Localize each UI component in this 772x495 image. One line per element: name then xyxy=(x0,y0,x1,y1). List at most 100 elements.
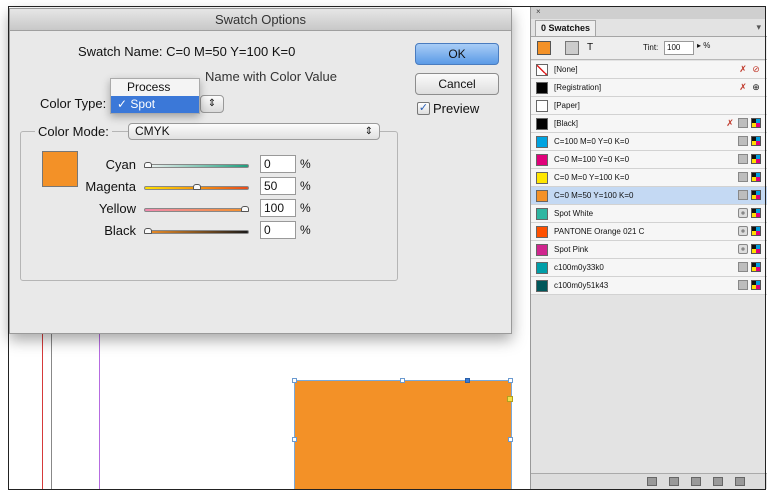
swatches-panel: × 0 Swatches ▾ T Tint: 100 ▸ % [None] ✗ ⊘[… xyxy=(530,7,767,489)
swatch-row[interactable]: C=0 M=0 Y=100 K=0 xyxy=(531,169,767,187)
swatch-name: [Black] xyxy=(554,119,579,128)
swatch-type-icons xyxy=(738,172,761,182)
formatting-text-icon[interactable]: T xyxy=(583,41,597,55)
magenta-slider[interactable] xyxy=(144,184,249,190)
swatch-options-dialog: Swatch Options Swatch Name: C=0 M=50 Y=1… xyxy=(9,8,512,334)
magenta-slider-knob[interactable] xyxy=(192,184,201,190)
margin-guide-red xyxy=(42,327,43,489)
gray-icon xyxy=(738,190,748,200)
ok-button[interactable]: OK xyxy=(415,43,499,65)
name-with-color-value-checkbox[interactable]: Name with Color Value xyxy=(205,69,337,84)
gray-icon xyxy=(738,118,748,128)
cancel-button[interactable]: Cancel xyxy=(415,73,499,95)
cmyk-icon xyxy=(751,226,761,236)
cmyk-icon xyxy=(751,262,761,272)
swatch-type-icons xyxy=(738,226,761,236)
swatch-name: C=100 M=0 Y=0 K=0 xyxy=(554,137,630,146)
swatch-list: [None] ✗ ⊘ [Registration] ✗ ⊕ [Paper] [Black] ✗ C… xyxy=(531,61,767,295)
gray-icon xyxy=(738,172,748,182)
menu-item-process[interactable]: Process xyxy=(111,79,199,96)
swatch-row[interactable]: PANTONE Orange 021 C xyxy=(531,223,767,241)
cyan-unit: % xyxy=(300,157,311,171)
swatch-name: C=0 M=50 Y=100 K=0 xyxy=(554,191,634,200)
cyan-slider-knob[interactable] xyxy=(144,162,152,168)
cmyk-icon xyxy=(751,136,761,146)
chevron-updown-icon: ⇕ xyxy=(207,98,217,109)
tint-stepper[interactable]: ▸ % xyxy=(697,41,710,50)
resize-handle-mr[interactable] xyxy=(508,437,513,442)
resize-handle-center-point[interactable] xyxy=(465,378,470,383)
swatch-color-chip xyxy=(536,118,548,130)
magenta-input[interactable]: 50 xyxy=(260,177,296,195)
cyan-slider[interactable] xyxy=(144,162,249,168)
name-with-color-value-label: Name with Color Value xyxy=(205,69,337,84)
swatch-type-icons xyxy=(738,154,761,164)
swatch-row[interactable]: [Paper] xyxy=(531,97,767,115)
black-unit: % xyxy=(300,223,311,237)
swatch-name: [None] xyxy=(554,65,578,74)
checkmark-icon: ✓ xyxy=(417,102,430,115)
fill-stroke-icon[interactable] xyxy=(537,41,551,55)
selected-rectangle[interactable] xyxy=(294,380,512,490)
swatch-name: [Paper] xyxy=(554,101,580,110)
cyan-input[interactable]: 0 xyxy=(260,155,296,173)
swatch-color-chip xyxy=(536,280,548,292)
menu-item-spot-label: Spot xyxy=(130,97,156,111)
resize-handle-ml[interactable] xyxy=(292,437,297,442)
close-panel-icon[interactable]: × xyxy=(536,7,541,16)
cyan-label: Cyan xyxy=(105,157,136,172)
swatch-row[interactable]: Spot White xyxy=(531,205,767,223)
swatch-color-chip xyxy=(536,190,548,202)
black-slider[interactable] xyxy=(144,228,249,234)
checkmark-icon: ✓ xyxy=(117,97,128,111)
swatch-type-icons xyxy=(738,262,761,272)
color-mode-select[interactable]: CMYK ⇕ xyxy=(128,123,380,140)
tint-input[interactable]: 100 xyxy=(664,41,694,55)
gray-icon xyxy=(738,154,748,164)
swatch-type-icons: ✗ ⊘ xyxy=(738,64,761,74)
black-slider-knob[interactable] xyxy=(144,228,152,234)
yellow-slider[interactable] xyxy=(144,206,249,212)
swatch-row[interactable]: Spot Pink xyxy=(531,241,767,259)
resize-handle-tr[interactable] xyxy=(508,378,513,383)
gray-icon xyxy=(738,280,748,290)
show-gradient-swatches-icon[interactable] xyxy=(691,477,701,486)
show-color-swatches-icon[interactable] xyxy=(669,477,679,486)
tint-label: Tint: xyxy=(643,43,659,52)
swatch-row[interactable]: c100m0y51k43 xyxy=(531,277,767,295)
swatch-color-chip xyxy=(536,244,548,256)
swatch-name: c100m0y33k0 xyxy=(554,263,604,272)
show-all-swatches-icon[interactable] xyxy=(647,477,657,486)
color-type-select[interactable]: ⇕ xyxy=(200,95,224,113)
swatch-type-icons xyxy=(738,190,761,200)
swatch-row[interactable]: c100m0y33k0 xyxy=(531,259,767,277)
trash-icon[interactable] xyxy=(735,477,745,486)
panel-titlebar[interactable]: × xyxy=(531,7,766,19)
resize-handle-tl[interactable] xyxy=(292,378,297,383)
registration-icon: ⊕ xyxy=(752,82,760,92)
formatting-container-icon[interactable] xyxy=(565,41,579,55)
corner-options-handle[interactable] xyxy=(507,396,513,402)
color-mode-label: Color Mode: xyxy=(35,124,112,139)
resize-handle-tm[interactable] xyxy=(400,378,405,383)
yellow-slider-knob[interactable] xyxy=(241,206,249,212)
chevron-updown-icon: ⇕ xyxy=(364,126,373,137)
preview-checkbox[interactable]: ✓ Preview xyxy=(417,101,479,116)
swatch-name: c100m0y51k43 xyxy=(554,281,609,290)
swatch-name: Spot White xyxy=(554,209,594,218)
swatch-type-icons: ✗ xyxy=(725,118,761,128)
swatch-row[interactable]: C=0 M=100 Y=0 K=0 xyxy=(531,151,767,169)
swatch-row[interactable]: [Registration] ✗ ⊕ xyxy=(531,79,767,97)
swatch-row[interactable]: [Black] ✗ xyxy=(531,115,767,133)
spot-icon xyxy=(738,208,748,218)
swatch-row[interactable]: [None] ✗ ⊘ xyxy=(531,61,767,79)
menu-item-spot[interactable]: ✓ Spot xyxy=(111,96,199,113)
tab-swatches[interactable]: 0 Swatches xyxy=(535,20,597,36)
panel-menu-icon[interactable]: ▾ xyxy=(756,22,761,33)
yellow-input[interactable]: 100 xyxy=(260,199,296,217)
new-swatch-icon[interactable] xyxy=(713,477,723,486)
black-label: Black xyxy=(104,223,136,238)
black-input[interactable]: 0 xyxy=(260,221,296,239)
swatch-row[interactable]: C=0 M=50 Y=100 K=0 xyxy=(531,187,767,205)
swatch-row[interactable]: C=100 M=0 Y=0 K=0 xyxy=(531,133,767,151)
